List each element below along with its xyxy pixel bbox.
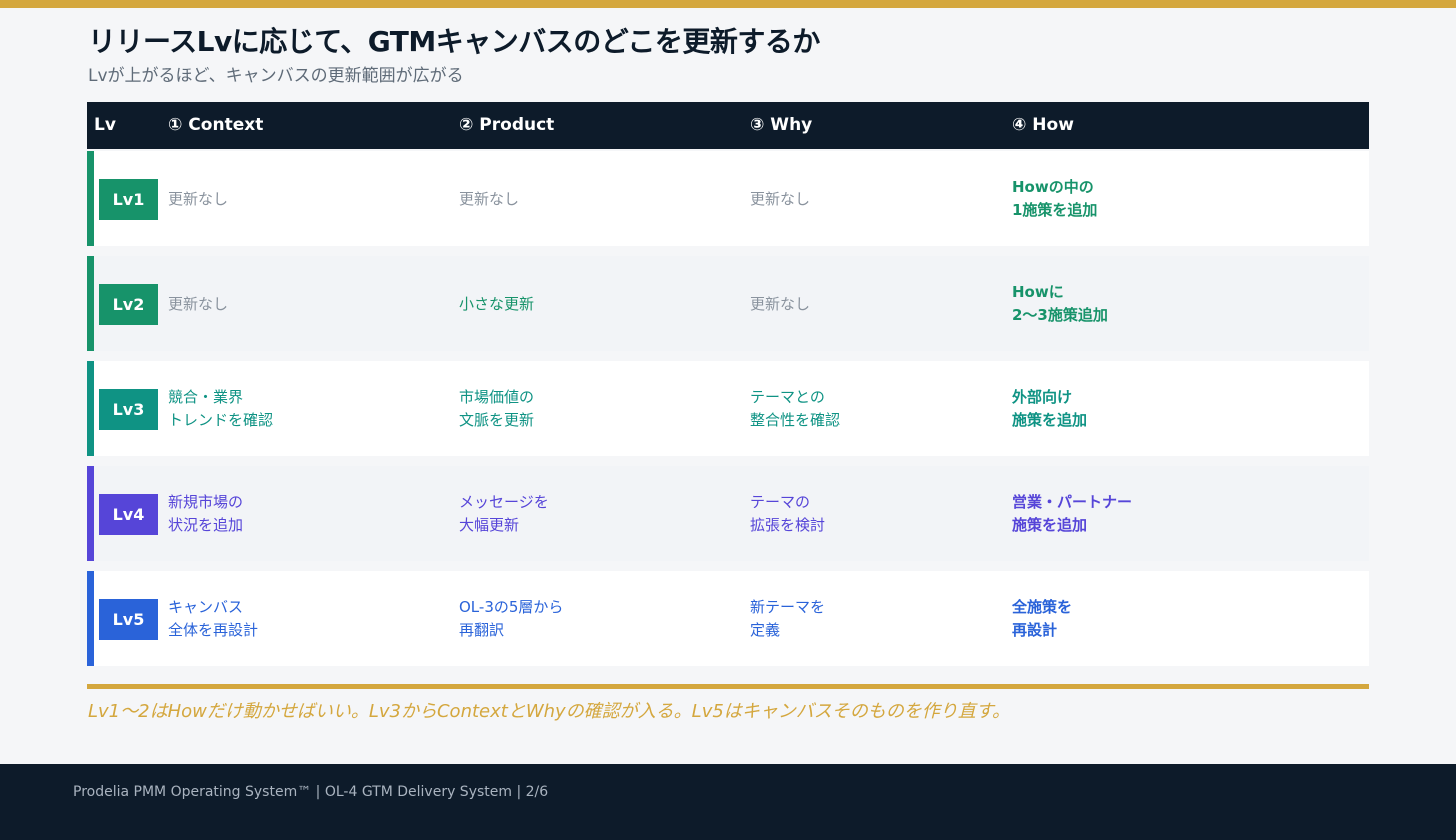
product-cell: 小さな更新 [459, 295, 535, 313]
how-cell: 営業・パートナー 施策を追加 [1012, 493, 1133, 534]
divider-line [87, 684, 1369, 689]
how-cell: Howに 2〜3施策追加 [1012, 283, 1108, 324]
level-badge: Lv1 [99, 179, 158, 220]
table-row: Lv1 更新なし 更新なし 更新なし Howの中の 1施策を追加 [87, 151, 1369, 246]
how-cell: Howの中の 1施策を追加 [1012, 178, 1098, 219]
product-cell: メッセージを 大幅更新 [459, 493, 549, 534]
update-scope-table: Lv ① Context ② Product ③ Why ④ How Lv1 更… [87, 102, 1369, 666]
level-badge: Lv2 [99, 284, 158, 325]
header-product: ② Product [459, 115, 555, 135]
context-cell: 新規市場の 状況を追加 [168, 493, 244, 534]
how-cell: 全施策を 再設計 [1012, 598, 1073, 639]
product-cell: 更新なし [459, 190, 520, 208]
table-header-row: Lv ① Context ② Product ③ Why ④ How [87, 102, 1369, 149]
top-accent-bar [0, 0, 1456, 8]
header-how: ④ How [1012, 115, 1074, 135]
row-accent-bar [87, 256, 94, 351]
context-cell: 更新なし [168, 190, 229, 208]
why-cell: テーマの 拡張を検討 [750, 493, 826, 534]
page-subtitle: Lvが上がるほど、キャンバスの更新範囲が広がる [88, 66, 464, 86]
row-accent-bar [87, 361, 94, 456]
footer-text: Prodelia PMM Operating System™ | OL-4 GT… [73, 784, 549, 800]
level-badge: Lv3 [99, 389, 158, 430]
context-cell: キャンバス 全体を再設計 [168, 598, 259, 639]
context-cell: 更新なし [168, 295, 229, 313]
header-why: ③ Why [750, 115, 813, 135]
why-cell: 新テーマを 定義 [750, 598, 826, 639]
why-cell: 更新なし [750, 295, 811, 313]
level-badge: Lv5 [99, 599, 158, 640]
header-context: ① Context [168, 115, 264, 135]
footer-bar: Prodelia PMM Operating System™ | OL-4 GT… [0, 764, 1456, 840]
row-accent-bar [87, 466, 94, 561]
header-lv: Lv [94, 115, 116, 135]
how-cell: 外部向け 施策を追加 [1012, 388, 1088, 429]
summary-note: Lv1〜2はHowだけ動かせばいい。Lv3からContextとWhyの確認が入る… [88, 701, 1011, 722]
product-cell: OL-3の5層から 再翻訳 [459, 598, 564, 639]
row-accent-bar [87, 571, 94, 666]
table-row: Lv3 競合・業界 トレンドを確認 市場価値の 文脈を更新 テーマとの 整合性を… [87, 361, 1369, 456]
page-title: リリースLvに応じて、GTMキャンバスのどこを更新するか [88, 25, 820, 58]
row-accent-bar [87, 151, 94, 246]
product-cell: 市場価値の 文脈を更新 [459, 388, 535, 429]
why-cell: テーマとの 整合性を確認 [750, 388, 841, 429]
table-row: Lv5 キャンバス 全体を再設計 OL-3の5層から 再翻訳 新テーマを 定義 … [87, 571, 1369, 666]
context-cell: 競合・業界 トレンドを確認 [168, 388, 274, 429]
table-row: Lv2 更新なし 小さな更新 更新なし Howに 2〜3施策追加 [87, 256, 1369, 351]
level-badge: Lv4 [99, 494, 158, 535]
table-row: Lv4 新規市場の 状況を追加 メッセージを 大幅更新 テーマの 拡張を検討 営… [87, 466, 1369, 561]
why-cell: 更新なし [750, 190, 811, 208]
